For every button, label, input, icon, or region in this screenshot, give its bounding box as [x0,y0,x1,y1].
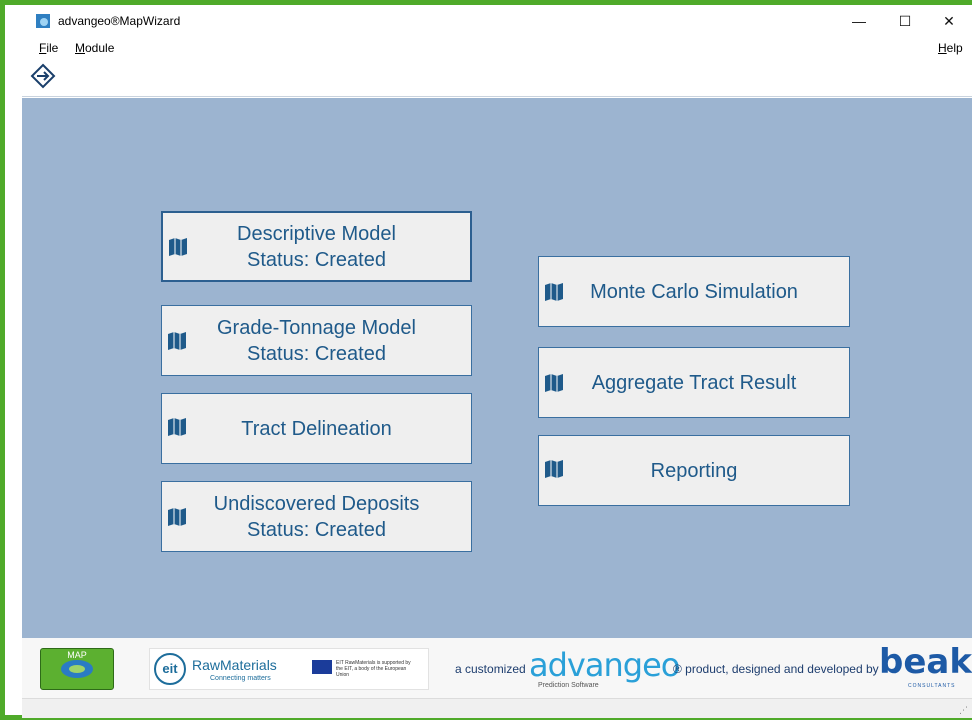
maximize-button[interactable]: ☐ [882,5,928,37]
app-icon [36,14,50,28]
map-icon [169,237,187,256]
map-icon [545,373,563,392]
map-icon [168,507,186,526]
exit-arrow-icon[interactable] [30,63,56,89]
eu-support-text: EIT RawMaterials is supported by the EIT… [336,660,411,678]
rawmaterials-subtext: Connecting matters [210,675,271,682]
resize-grip-icon[interactable]: ⋰ [959,705,968,716]
map-icon [168,331,186,350]
tile-title: Undiscovered Deposits [213,492,420,515]
menu-bar: File Module Help [22,37,972,59]
eit-logo: eit [154,653,186,685]
menu-help-accelerator: H [938,41,947,55]
tile-status: Status: Created [247,518,386,541]
menu-help[interactable]: Help [938,41,963,55]
window-title: advangeo®MapWizard [58,14,181,28]
menu-file-label: ile [46,41,59,55]
app-window: advangeo®MapWizard — ☐ ✕ File Module Hel… [22,5,972,718]
eu-flag-icon [312,660,332,674]
main-panel: Descriptive Model Status: Created Grade-… [22,98,972,638]
tagline-suffix: ® product, designed and developed by [673,662,879,676]
tract-delineation-button[interactable]: Tract Delineation [161,393,472,464]
rawmaterials-text: RawMaterials [192,657,277,673]
close-button[interactable]: ✕ [926,5,972,37]
menu-module[interactable]: Module [75,41,114,55]
tile-title: Monte Carlo Simulation [590,280,798,303]
tile-status: Status: Created [247,342,386,365]
map-logo-text: MAP [67,650,87,660]
grade-tonnage-model-button[interactable]: Grade-Tonnage Model Status: Created [161,305,472,376]
map-icon [545,282,563,301]
menu-help-label: elp [946,41,963,55]
undiscovered-deposits-button[interactable]: Undiscovered Deposits Status: Created [161,481,472,552]
tile-title: Tract Delineation [241,417,392,440]
menu-module-label: odule [85,41,115,55]
status-bar: ⋰ [22,698,972,718]
tile-title: Grade-Tonnage Model [216,316,416,339]
map-logo: MAP [40,648,114,690]
title-bar: advangeo®MapWizard — ☐ ✕ [22,5,972,37]
menu-module-accelerator: M [75,41,85,55]
tagline-prefix: a customized [455,662,526,676]
map-logo-graphic: MAP [61,650,93,678]
beak-logo: beak [879,642,972,682]
monte-carlo-simulation-button[interactable]: Monte Carlo Simulation [538,256,850,327]
map-icon [168,418,186,436]
menu-file[interactable]: File [39,41,58,55]
tile-title: Aggregate Tract Result [591,371,797,394]
minimize-button[interactable]: — [836,5,882,37]
map-icon [545,460,563,478]
tile-title: Descriptive Model [237,222,396,245]
tile-title: Reporting [650,459,738,482]
reporting-button[interactable]: Reporting [538,435,850,506]
footer-logos: MAP eit RawMaterials Connecting matters … [22,638,972,698]
eit-rawmaterials-logo: eit RawMaterials Connecting matters EIT … [149,648,429,690]
aggregate-tract-result-button[interactable]: Aggregate Tract Result [538,347,850,418]
descriptive-model-button[interactable]: Descriptive Model Status: Created [161,211,472,282]
beak-consultants-text: CONSULTANTS [908,683,956,689]
tile-status: Status: Created [247,248,386,271]
toolbar [22,59,972,97]
advangeo-logo: advangeo [529,646,680,684]
prediction-software-text: Prediction Software [538,682,599,689]
